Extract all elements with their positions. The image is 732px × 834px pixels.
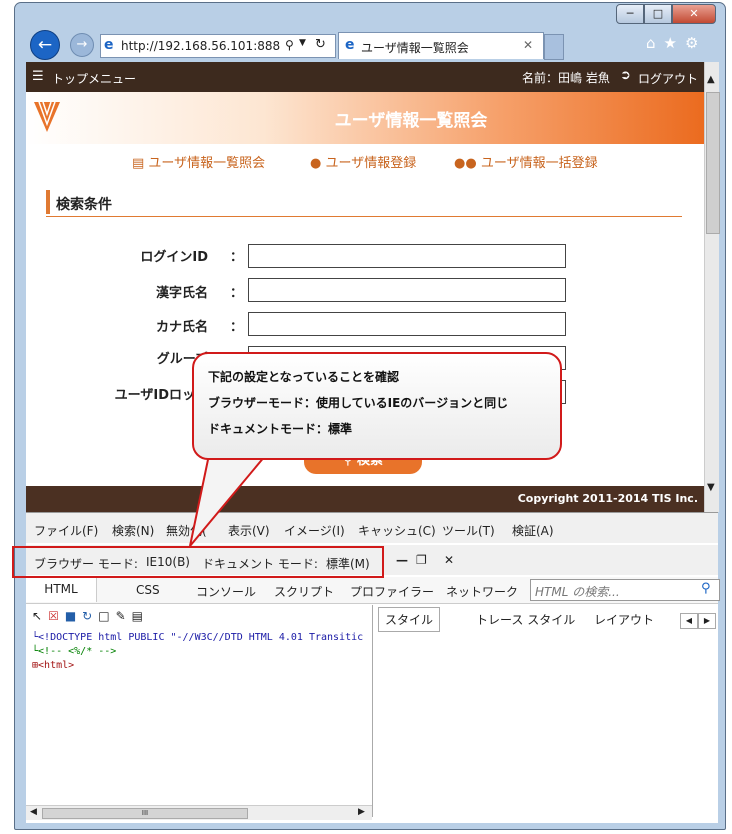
tab-css[interactable]: CSS	[136, 583, 160, 597]
dom-node-html[interactable]: ⊞<html>	[32, 659, 372, 673]
close-icon[interactable]: ✕	[444, 553, 454, 567]
logo-icon	[34, 101, 60, 132]
dom-node-comment[interactable]: └<!-- <%/* -->	[32, 645, 372, 659]
callout-line-1: 下記の設定となっていることを確認	[208, 370, 400, 384]
menu-cache[interactable]: キャッシュ(C)	[358, 522, 436, 539]
logout-icon[interactable]: ➲	[620, 68, 631, 83]
window-controls: ─ □ ✕	[616, 4, 716, 24]
tab-style[interactable]: スタイル	[378, 607, 441, 632]
callout-line-3: ドキュメントモード：標準	[208, 422, 353, 436]
search-conditions-section: 検索条件	[46, 190, 682, 217]
scroll-left-icon[interactable]: ◀	[30, 807, 37, 817]
callout-bubble: 下記の設定となっていることを確認 ブラウザーモード：使用しているIEのバージョン…	[192, 352, 562, 460]
callout-line-2: ブラウザーモード：使用しているIEのバージョンと同じ	[208, 396, 509, 410]
kana-name-input[interactable]	[248, 312, 566, 336]
ie-logo-icon: e	[104, 37, 114, 53]
dropdown-arrow-icon[interactable]: ▼	[299, 38, 306, 48]
dom-tree: └<!DOCTYPE html PUBLIC "-//W3C//DTD HTML…	[32, 631, 372, 673]
refresh-icon[interactable]: ↻	[315, 37, 326, 52]
search-icon[interactable]: ⚲	[701, 581, 711, 596]
save-icon[interactable]: ■	[65, 609, 82, 623]
forward-arrow-icon[interactable]: →	[70, 33, 94, 57]
address-bar[interactable]: e http://192.168.56.101:888 ⚲ ▼ ↻	[100, 34, 336, 58]
maximize-button[interactable]: □	[644, 4, 672, 24]
section-accent-bar	[46, 190, 50, 214]
group-label: グループ	[156, 352, 208, 367]
login-id-label: ログインID	[140, 250, 208, 265]
search-placeholder[interactable]: HTML の検索...	[535, 583, 620, 600]
dom-horizontal-scrollbar[interactable]: ◀ III ▶	[26, 805, 372, 820]
minimize-icon[interactable]: —	[396, 553, 408, 567]
new-tab-button[interactable]	[544, 34, 564, 60]
menu-find[interactable]: 検索(N)	[112, 522, 154, 539]
page-banner: ユーザ情報一覧照会	[26, 92, 704, 144]
next-arrow-icon[interactable]: ▶	[698, 613, 716, 629]
user-id-lock-label: ユーザIDロック	[114, 388, 208, 403]
html-toolbar: ↖☒■↻□✎▤	[32, 609, 149, 623]
copyright-text: Copyright 2011-2014 TIS Inc.	[517, 492, 698, 505]
menu-icon[interactable]: ☰	[32, 69, 44, 84]
kanji-name-input[interactable]	[248, 278, 566, 302]
scroll-thumb[interactable]	[706, 92, 720, 234]
menu-file[interactable]: ファイル(F)	[34, 522, 98, 539]
scroll-up-icon[interactable]: ▲	[707, 74, 715, 85]
refresh-icon[interactable]: ↻	[82, 609, 98, 623]
ie-logo-icon: e	[345, 37, 355, 53]
select-element-icon[interactable]: ↖	[32, 609, 48, 623]
colon: ：	[230, 320, 244, 335]
back-arrow-icon[interactable]: ←	[30, 30, 60, 60]
top-bar: ☰ トップメニュー 名前：田嶋 岩魚 ➲ ログアウト	[26, 62, 704, 92]
page-title: ユーザ情報一覧照会	[334, 111, 488, 131]
colon: ：	[230, 250, 244, 265]
minimize-button[interactable]: ─	[616, 4, 644, 24]
login-id-input[interactable]	[248, 244, 566, 268]
scroll-right-icon[interactable]: ▶	[358, 807, 365, 817]
pane-divider	[372, 605, 373, 817]
scroll-down-icon[interactable]: ▼	[707, 482, 715, 493]
kana-name-label: カナ氏名	[155, 320, 208, 335]
scroll-thumb[interactable]: III	[42, 808, 248, 819]
gear-icon[interactable]: ⚙	[685, 34, 706, 52]
home-icon[interactable]: ⌂	[646, 34, 664, 52]
tab-layout[interactable]: レイアウト	[594, 611, 654, 628]
search-icon[interactable]: ⚲	[285, 38, 294, 52]
logout-link[interactable]: ログアウト	[638, 70, 698, 87]
nav-link-user-list[interactable]: ▤ ユーザ情報一覧照会	[132, 152, 265, 171]
browser-tab[interactable]: e ユーザ情報一覧照会 ✕	[338, 32, 544, 59]
tab-trace-style[interactable]: トレース スタイル	[476, 611, 575, 628]
nav-link-user-register[interactable]: ● ユーザ情報登録	[310, 152, 416, 171]
toolbar-icons: ⌂★⚙	[646, 34, 706, 52]
top-menu-link[interactable]: トップメニュー	[52, 70, 136, 87]
menu-images[interactable]: イメージ(I)	[284, 522, 345, 539]
edit-icon[interactable]: ✎	[116, 609, 132, 623]
favorites-star-icon[interactable]: ★	[664, 34, 685, 52]
tab-console[interactable]: コンソール	[196, 583, 256, 600]
html-search-box[interactable]: HTML の検索... ⚲	[530, 579, 720, 601]
tab-html[interactable]: HTML	[26, 577, 97, 602]
dom-icon[interactable]: □	[98, 609, 115, 623]
undock-icon[interactable]: ❐	[416, 553, 427, 567]
close-button[interactable]: ✕	[672, 4, 716, 24]
tab-title: ユーザ情報一覧照会	[361, 41, 469, 55]
tab-profiler[interactable]: プロファイラー	[350, 583, 434, 600]
devtools-menu-bar: ファイル(F) 検索(N) 無効化( 表示(V) イメージ(I) キャッシュ(C…	[26, 513, 718, 543]
nav-link-user-bulk-register[interactable]: ●● ユーザ情報一括登録	[454, 152, 598, 171]
word-wrap-icon[interactable]: ▤	[132, 609, 149, 623]
user-name: 名前：田嶋 岩魚	[522, 71, 610, 85]
prev-arrow-icon[interactable]: ◀	[680, 613, 698, 629]
page-scrollbar[interactable]: ▲ ▼	[704, 62, 720, 512]
colon: ：	[230, 286, 244, 301]
dom-node-doctype[interactable]: └<!DOCTYPE html PUBLIC "-//W3C//DTD HTML…	[32, 631, 372, 645]
tab-network[interactable]: ネットワーク	[446, 583, 518, 600]
kanji-name-label: 漢字氏名	[155, 286, 208, 301]
address-url[interactable]: http://192.168.56.101:888	[121, 35, 281, 57]
tab-script[interactable]: スクリプト	[274, 583, 334, 600]
tab-close-icon[interactable]: ✕	[523, 38, 533, 52]
clear-icon[interactable]: ☒	[48, 609, 65, 623]
menu-tools[interactable]: ツール(T)	[442, 522, 495, 539]
footer: Copyright 2011-2014 TIS Inc.	[26, 486, 704, 512]
menu-validate[interactable]: 検証(A)	[512, 522, 554, 539]
section-title: 検索条件	[56, 197, 112, 213]
